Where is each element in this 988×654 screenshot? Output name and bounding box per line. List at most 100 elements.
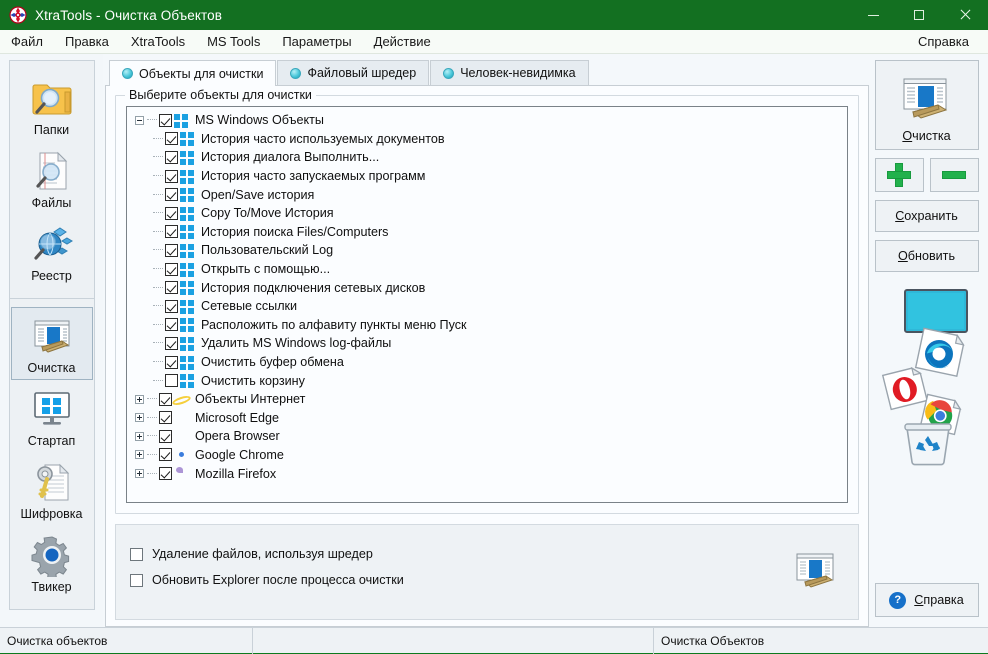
expand-icon[interactable] xyxy=(135,469,144,478)
tree-node-checkbox[interactable] xyxy=(165,318,178,331)
menu-edit[interactable]: Правка xyxy=(54,32,120,51)
remove-button[interactable] xyxy=(930,158,979,192)
tree-node[interactable]: Open/Save история xyxy=(131,185,845,204)
sidebar-item-tweaker[interactable]: Твикер xyxy=(11,526,93,599)
expand-icon[interactable] xyxy=(135,413,144,422)
tree-node[interactable]: История поиска Files/Computers xyxy=(131,223,845,242)
help-button[interactable]: ? Справка xyxy=(875,583,979,617)
tree-node[interactable]: Mozilla Firefox xyxy=(131,464,845,483)
tree-node[interactable]: Очистить буфер обмена xyxy=(131,353,845,372)
tab-objects-for-cleaning[interactable]: Объекты для очистки xyxy=(109,60,276,86)
tree-node[interactable]: Google Chrome xyxy=(131,446,845,465)
tree-node[interactable]: История часто используемых документов xyxy=(131,130,845,149)
refresh-explorer-checkbox[interactable] xyxy=(130,574,143,587)
menu-ms-tools[interactable]: MS Tools xyxy=(196,32,271,51)
status-right: Очистка Объектов xyxy=(654,628,988,654)
tree-node-checkbox[interactable] xyxy=(165,356,178,369)
tree-node-checkbox[interactable] xyxy=(159,448,172,461)
tree-node-checkbox[interactable] xyxy=(159,411,172,424)
tree-node-checkbox[interactable] xyxy=(165,263,178,276)
tree-node[interactable]: Copy To/Move История xyxy=(131,204,845,223)
tree-node-checkbox[interactable] xyxy=(165,281,178,294)
tree-node-checkbox[interactable] xyxy=(165,188,178,201)
tree-node-label: Open/Save история xyxy=(201,188,314,202)
tab-invisible-man[interactable]: Человек-невидимка xyxy=(430,60,588,85)
menu-xtratools[interactable]: XtraTools xyxy=(120,32,196,51)
cleaning-objects-tree[interactable]: MS Windows ОбъектыИстория часто использу… xyxy=(126,106,848,503)
option-label: Обновить Explorer после процесса очистки xyxy=(152,573,404,587)
tree-node-checkbox[interactable] xyxy=(165,337,178,350)
close-button[interactable] xyxy=(942,0,988,30)
tree-node[interactable]: История часто запускаемых программ xyxy=(131,167,845,186)
menu-file[interactable]: Файл xyxy=(0,32,54,51)
refresh-rest-label: бновить xyxy=(908,249,955,263)
tree-node[interactable]: Расположить по алфавиту пункты меню Пуск xyxy=(131,316,845,335)
tree-node[interactable]: Opera Browser xyxy=(131,427,845,446)
sidebar-item-folders[interactable]: Папки xyxy=(11,69,93,142)
clean-rest-label: чистка xyxy=(912,129,950,143)
tree-node-label: Открыть с помощью... xyxy=(201,262,330,276)
tree-node-checkbox[interactable] xyxy=(165,151,178,164)
tree-node-checkbox[interactable] xyxy=(165,244,178,257)
save-rest-label: охранить xyxy=(904,209,958,223)
tree-node[interactable]: Microsoft Edge xyxy=(131,409,845,428)
tree-node[interactable]: Открыть с помощью... xyxy=(131,260,845,279)
save-button[interactable]: Сохранить xyxy=(875,200,979,232)
tree-node-checkbox[interactable] xyxy=(159,114,172,127)
windows-logo-icon xyxy=(180,373,195,388)
tree-node-checkbox[interactable] xyxy=(165,374,178,387)
tree-node[interactable]: Удалить MS Windows log-файлы xyxy=(131,334,845,353)
sidebar-item-startup[interactable]: Стартап xyxy=(11,380,93,453)
menu-help[interactable]: Справка xyxy=(907,32,980,51)
maximize-button[interactable] xyxy=(896,0,942,30)
tab-label: Объекты для очистки xyxy=(139,67,263,81)
menu-bar: Файл Правка XtraTools MS Tools Параметры… xyxy=(0,30,988,54)
sidebar-item-registry[interactable]: Реестр xyxy=(11,215,93,288)
tree-node-checkbox[interactable] xyxy=(159,393,172,406)
save-button-label: Сохранить xyxy=(895,209,958,223)
tree-node-checkbox[interactable] xyxy=(165,132,178,145)
tree-node-checkbox[interactable] xyxy=(159,430,172,443)
refresh-button[interactable]: Обновить xyxy=(875,240,979,272)
tree-connector xyxy=(153,287,163,289)
sidebar-item-cleanup[interactable]: Очистка xyxy=(11,307,93,380)
option-row-shredder[interactable]: Удаление файлов, используя шредер xyxy=(130,541,844,567)
tree-node-checkbox[interactable] xyxy=(165,300,178,313)
tree-connector xyxy=(153,175,163,177)
add-remove-buttons xyxy=(875,158,979,192)
add-button[interactable] xyxy=(875,158,924,192)
tree-node[interactable]: История подключения сетевых дисков xyxy=(131,278,845,297)
tab-bullet-icon xyxy=(443,68,454,79)
shredder-checkbox[interactable] xyxy=(130,548,143,561)
tree-node[interactable]: Сетевые ссылки xyxy=(131,297,845,316)
tree-connector xyxy=(153,324,163,326)
sidebar-item-files[interactable]: Файлы xyxy=(11,142,93,215)
tree-node[interactable]: MS Windows Объекты xyxy=(131,111,845,130)
cleanup-broom-icon xyxy=(899,74,955,127)
tree-node[interactable]: История диалога Выполнить... xyxy=(131,148,845,167)
expand-icon[interactable] xyxy=(135,395,144,404)
minimize-button[interactable] xyxy=(850,0,896,30)
option-row-refresh-explorer[interactable]: Обновить Explorer после процесса очистки xyxy=(130,567,844,593)
tree-node-checkbox[interactable] xyxy=(165,225,178,238)
menu-action[interactable]: Действие xyxy=(363,32,442,51)
tab-file-shredder[interactable]: Файловый шредер xyxy=(277,60,429,85)
tree-node-label: Opera Browser xyxy=(195,429,280,443)
collapse-icon[interactable] xyxy=(135,116,144,125)
clean-button[interactable]: Очистка xyxy=(875,60,979,150)
minimize-icon xyxy=(868,15,879,16)
title-bar: XtraTools - Очистка Объектов xyxy=(0,0,988,30)
expand-icon[interactable] xyxy=(135,450,144,459)
expand-icon[interactable] xyxy=(135,432,144,441)
sidebar-item-encryption[interactable]: Шифровка xyxy=(11,453,93,526)
tree-node[interactable]: Очистить корзину xyxy=(131,371,845,390)
tree-node[interactable]: Объекты Интернет xyxy=(131,390,845,409)
tree-node-checkbox[interactable] xyxy=(159,467,172,480)
tree-node-checkbox[interactable] xyxy=(165,207,178,220)
tree-connector xyxy=(147,473,157,475)
tree-node-label: История подключения сетевых дисков xyxy=(201,281,425,295)
tree-node-checkbox[interactable] xyxy=(165,170,178,183)
menu-parameters[interactable]: Параметры xyxy=(271,32,362,51)
tree-node[interactable]: Пользовательский Log xyxy=(131,241,845,260)
tree-connector xyxy=(153,380,163,382)
